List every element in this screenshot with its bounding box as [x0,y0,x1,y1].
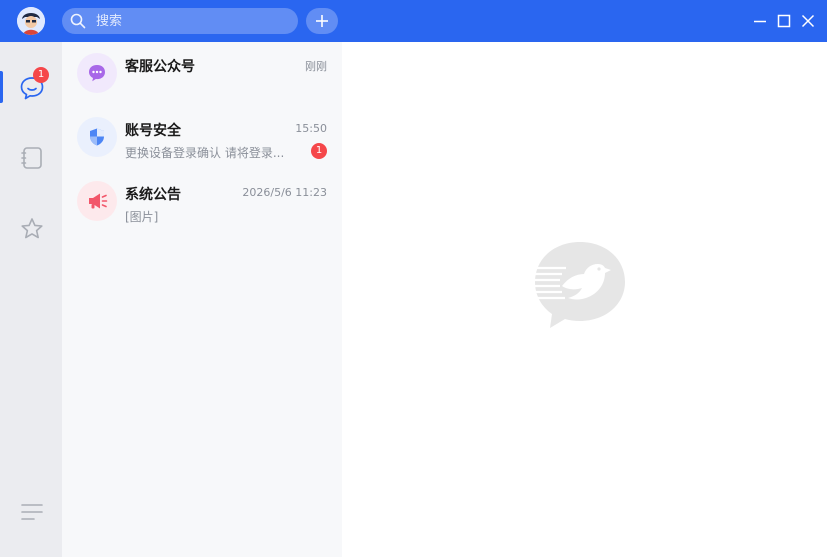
conversation-preview: 更换设备登录确认 请将登录... [125,146,285,160]
conversation-time: 15:50 [295,122,327,135]
conversation-name: 账号安全 [125,123,181,139]
minimize-icon [754,20,766,23]
maximize-button[interactable] [775,12,793,30]
contacts-book-icon [21,147,42,169]
conversation-name: 客服公众号 [125,59,195,75]
menu-icon [21,504,43,520]
bird-logo-icon [535,242,625,328]
maximize-icon [777,14,791,28]
active-indicator [0,71,3,103]
search-icon [70,13,86,29]
add-button[interactable] [306,8,338,34]
rail-unread-badge: 1 [33,67,49,83]
conversation-item[interactable]: 账号安全 15:50 更换设备登录确认 请将登录... 1 [62,106,342,170]
conversation-time: 2026/5/6 11:23 [242,186,327,199]
conversation-avatar [77,181,117,221]
conversation-time: 刚刚 [305,60,327,73]
star-icon [21,218,43,239]
conversation-avatar [77,117,117,157]
left-nav-rail: 1 [0,42,62,557]
conversation-avatar [77,53,117,93]
rail-item-contacts[interactable] [0,137,62,177]
search-box[interactable] [62,8,298,34]
megaphone-icon [89,193,108,209]
rail-item-favorites[interactable] [0,208,62,248]
search-input[interactable] [96,8,292,34]
minimize-button[interactable] [751,12,769,30]
rail-item-messages[interactable]: 1 [0,67,62,107]
conversation-item[interactable]: 客服公众号 刚刚 [62,42,342,106]
customer-service-icon [89,65,105,82]
chat-main-area [342,42,827,557]
unread-badge: 1 [311,143,327,159]
user-avatar[interactable] [17,7,45,35]
title-bar [0,0,827,42]
conversation-preview: [图片] [125,210,159,224]
close-icon [801,14,815,28]
close-button[interactable] [799,12,817,30]
plus-icon [316,15,328,27]
rail-menu-button[interactable] [0,492,62,532]
shield-icon [90,128,104,146]
conversation-name: 系统公告 [125,187,181,203]
app-window: 1 [0,0,827,557]
conversation-list: 客服公众号 刚刚 账号安全 15:50 更换设备登录确认 请将登录... 1 系… [62,42,342,557]
conversation-item[interactable]: 系统公告 2026/5/6 11:23 [图片] [62,170,342,234]
